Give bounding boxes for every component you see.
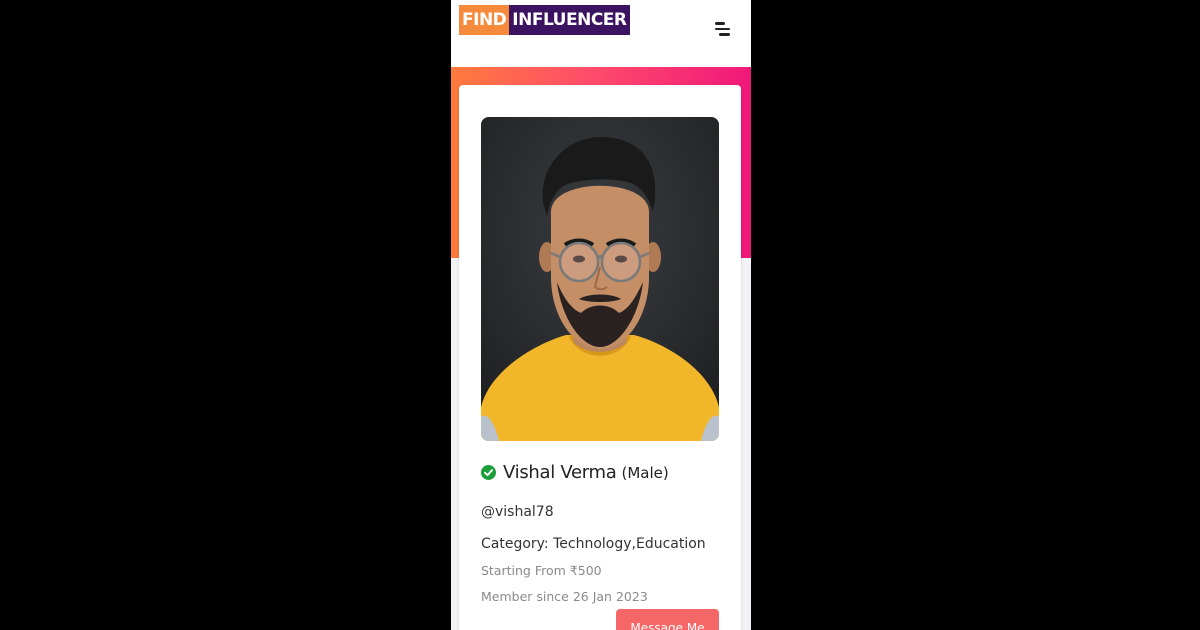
site-header: FIND INFLUENCER [451, 0, 751, 67]
mobile-viewport: FIND INFLUENCER Vishal Verma (Male) @vis… [451, 0, 751, 630]
name-row: Vishal Verma (Male) [481, 462, 669, 483]
influencer-card: Vishal Verma (Male) @vishal78 Category: … [459, 85, 741, 630]
message-me-button[interactable]: Message Me [616, 609, 719, 630]
influencer-handle: @vishal78 [481, 504, 554, 520]
starting-price: Starting From ₹500 [481, 563, 602, 578]
influencer-name: Vishal Verma [503, 462, 617, 483]
logo[interactable]: FIND INFLUENCER [459, 5, 630, 35]
influencer-gender: (Male) [621, 463, 669, 482]
hamburger-menu-icon[interactable] [713, 20, 731, 38]
profile-photo-illustration [481, 117, 719, 441]
profile-photo [481, 117, 719, 441]
influencer-category: Category: Technology,Education [481, 536, 706, 552]
logo-influencer: INFLUENCER [509, 5, 630, 35]
member-since: Member since 26 Jan 2023 [481, 589, 648, 604]
verified-check-icon [481, 465, 496, 480]
logo-find: FIND [459, 5, 510, 35]
